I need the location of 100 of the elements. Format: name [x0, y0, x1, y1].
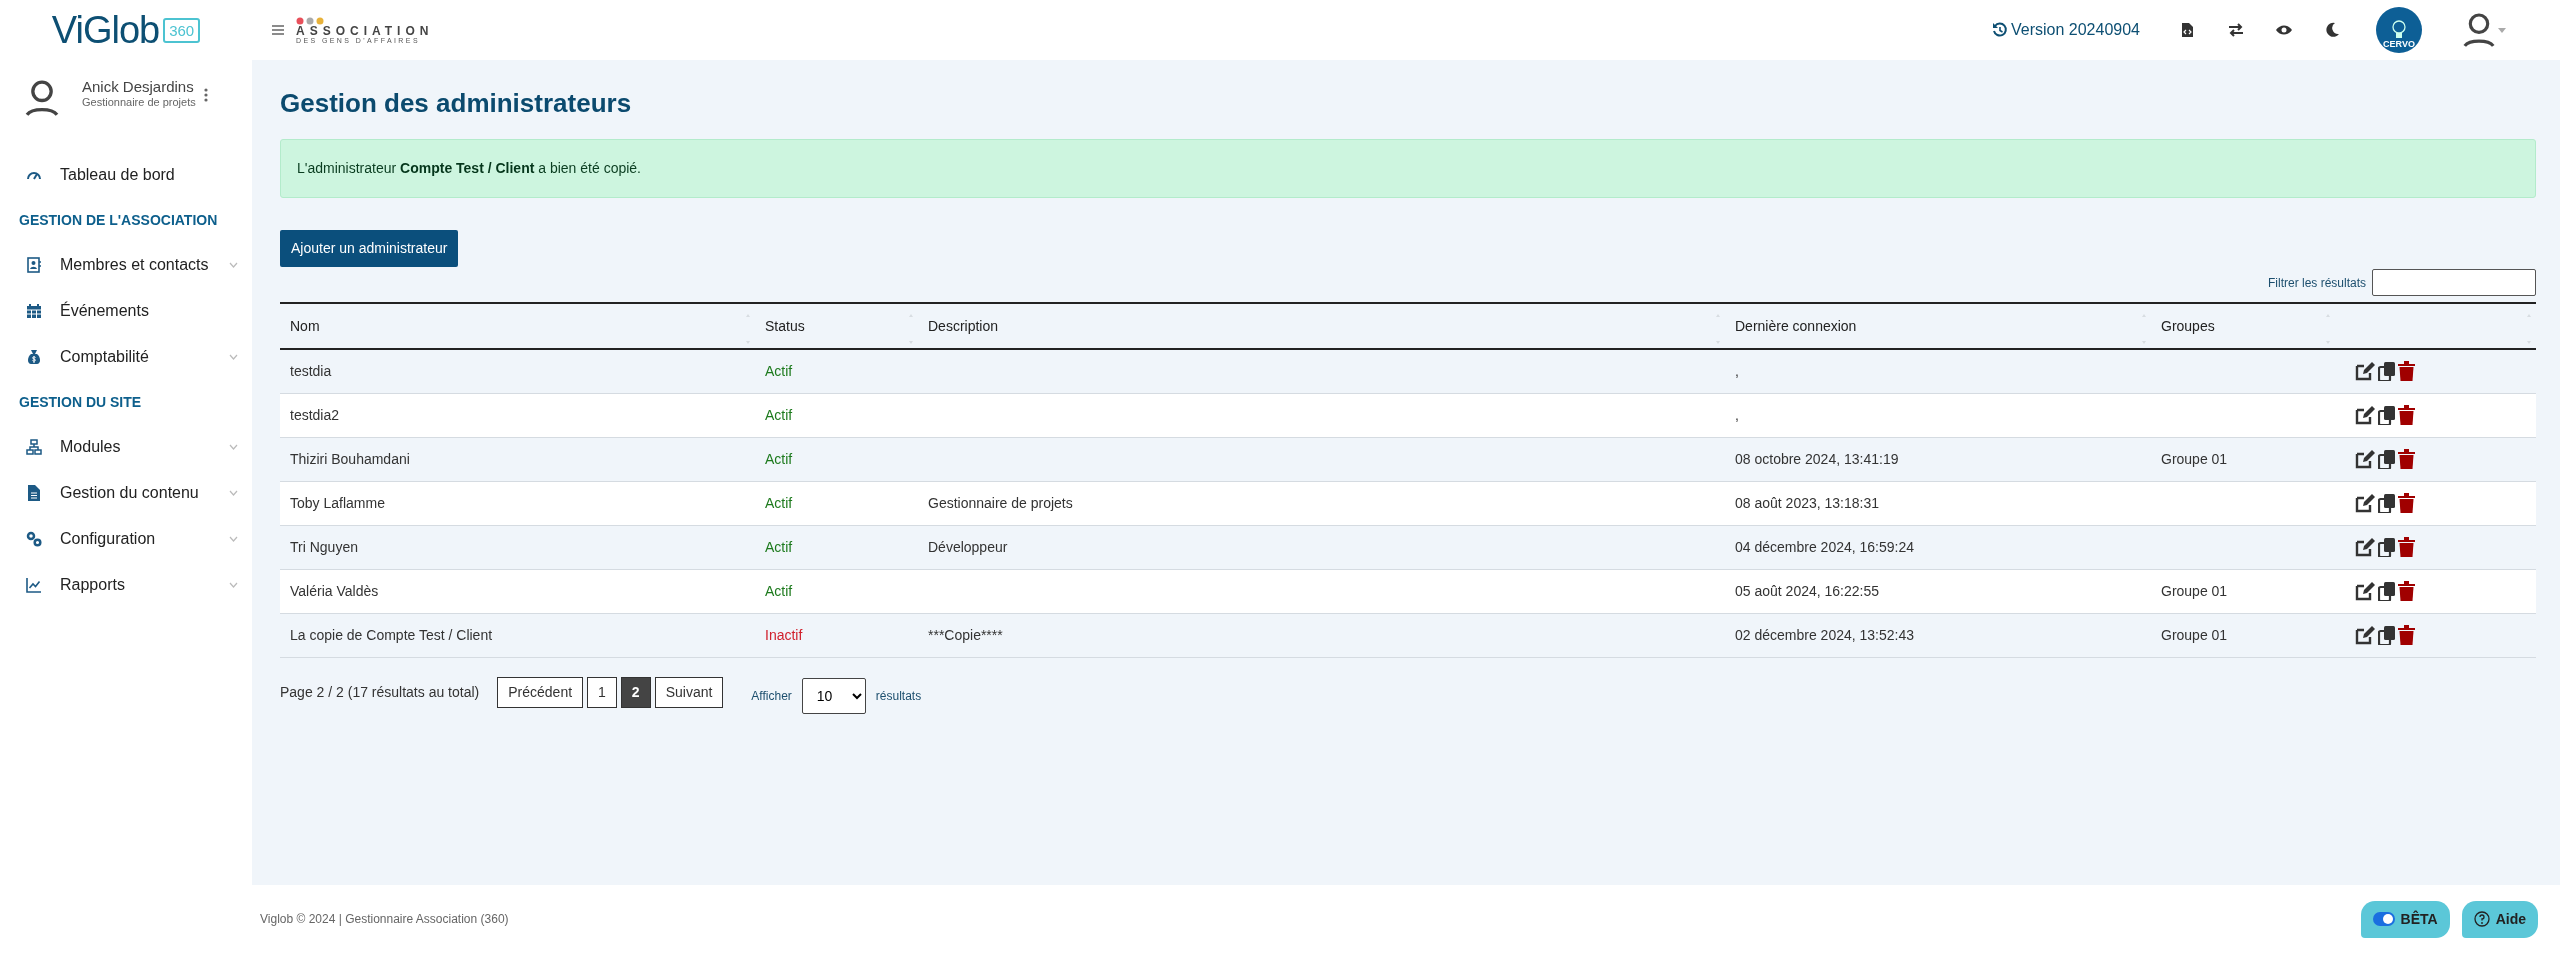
lightbulb-icon [2392, 20, 2406, 40]
footer-text: Viglob © 2024 | Gestionnaire Association (360) [260, 911, 509, 928]
moon-icon[interactable] [2324, 22, 2340, 38]
sitemap-icon [26, 439, 42, 455]
beta-toggle[interactable]: BÊTA [2360, 900, 2450, 938]
table-cell: Groupe 01 [2161, 450, 2228, 467]
trash-icon[interactable] [2398, 361, 2415, 382]
section-heading: GESTION DU SITE [18, 392, 143, 412]
copy-icon[interactable] [2378, 361, 2395, 381]
status-text: Actif [765, 538, 793, 555]
sidebar-item[interactable]: Rapports [0, 562, 252, 608]
trash-icon[interactable] [2398, 405, 2415, 426]
page-button[interactable]: 1 [587, 677, 617, 709]
table-cell: 02 décembre 2024, 13:52:43 [1735, 626, 1915, 643]
column-header[interactable]: Nom [290, 317, 320, 334]
previous-button[interactable]: Précédent [497, 677, 584, 709]
status-text: Actif [765, 406, 793, 423]
status-text: Actif [765, 582, 793, 599]
table-cell: La copie de Compte Test / Client [290, 626, 493, 643]
results-label: résultats [875, 687, 922, 705]
sidebar-item[interactable]: Tableau de bord [0, 152, 252, 198]
user-name: Anick Desjardins [82, 78, 195, 96]
sidebar-item[interactable]: Gestion du contenu [0, 470, 252, 516]
sidebar-item[interactable]: Comptabilité [0, 334, 252, 380]
status-text: Actif [765, 494, 793, 511]
edit-icon[interactable] [2355, 537, 2375, 558]
kebab-icon[interactable] [203, 88, 208, 102]
contact-card-icon [26, 257, 42, 273]
status-text: Actif [765, 450, 793, 467]
line-chart-icon [26, 577, 42, 593]
table-cell: , [1735, 406, 1739, 423]
document-icon [26, 485, 42, 501]
trash-icon[interactable] [2398, 581, 2415, 602]
help-button[interactable]: Aide [2461, 900, 2538, 938]
association-name: ASSOCIATION [296, 24, 434, 37]
copy-icon[interactable] [2378, 449, 2395, 469]
add-admin-button[interactable]: Ajouter un administrateur [280, 230, 459, 268]
logo-badge: 360 [163, 17, 201, 43]
copy-icon[interactable] [2378, 581, 2395, 601]
toggle-icon [2372, 912, 2395, 926]
trash-icon[interactable] [2398, 493, 2415, 514]
table-cell: Développeur [928, 538, 1008, 555]
table-cell: 08 octobre 2024, 13:41:19 [1735, 450, 1899, 467]
table-cell: testdia2 [290, 406, 340, 423]
column-header[interactable]: Groupes [2161, 317, 2215, 334]
copy-icon[interactable] [2378, 493, 2395, 513]
status-text: Actif [765, 362, 793, 379]
edit-icon[interactable] [2355, 625, 2375, 646]
edit-icon[interactable] [2355, 449, 2375, 470]
menu-icon[interactable] [272, 25, 284, 35]
table-cell: Groupe 01 [2161, 582, 2228, 599]
table-cell: Toby Laflamme [290, 494, 385, 511]
table-cell: Groupe 01 [2161, 626, 2228, 643]
pagination-summary: Page 2 / 2 (17 résultats au total) [280, 683, 480, 703]
logo-text: ViGlob [51, 11, 160, 49]
sidebar-item[interactable]: Configuration [0, 516, 252, 562]
table-cell: , [1735, 362, 1739, 379]
sidebar-item[interactable]: Modules [0, 424, 252, 470]
edit-icon[interactable] [2355, 361, 2375, 382]
section-heading: GESTION DE L'ASSOCIATION [18, 210, 219, 230]
table-cell: testdia [290, 362, 332, 379]
edit-icon[interactable] [2355, 581, 2375, 602]
question-icon [2473, 911, 2490, 927]
table-cell: Thiziri Bouhamdani [290, 450, 410, 467]
table-cell: 04 décembre 2024, 16:59:24 [1735, 538, 1915, 555]
column-header[interactable]: Dernière connexion [1735, 317, 1857, 334]
edit-icon[interactable] [2355, 405, 2375, 426]
trash-icon[interactable] [2398, 537, 2415, 558]
success-alert: L'administrateur Compte Test / Client a bien été copié. [280, 139, 2536, 199]
status-text: Inactif [765, 626, 803, 643]
trash-icon[interactable] [2398, 449, 2415, 470]
user-role: Gestionnaire de projets [82, 96, 196, 110]
column-header[interactable]: Status [765, 317, 805, 334]
filter-label: Filtrer les résultats [2267, 274, 2366, 292]
page-button[interactable]: 2 [620, 677, 651, 709]
sidebar-item[interactable]: Événements [0, 288, 252, 334]
table-cell: 08 août 2023, 13:18:31 [1735, 494, 1880, 511]
table-cell: 05 août 2024, 16:22:55 [1735, 582, 1880, 599]
edit-icon[interactable] [2355, 493, 2375, 514]
table-cell: Tri Nguyen [290, 538, 358, 555]
copy-icon[interactable] [2378, 537, 2395, 557]
filter-field[interactable] [2372, 269, 2536, 297]
history-icon [1992, 22, 2008, 38]
sidebar-item[interactable]: Membres et contacts [0, 242, 252, 288]
copy-icon[interactable] [2378, 625, 2395, 645]
partner-logo: CERVO [2376, 7, 2422, 53]
next-button[interactable]: Suivant [654, 677, 724, 709]
copy-icon[interactable] [2378, 405, 2395, 425]
trash-icon[interactable] [2398, 625, 2415, 646]
column-header[interactable]: Description [928, 317, 999, 334]
calendar-icon [26, 303, 42, 319]
file-code-icon[interactable] [2180, 22, 2196, 38]
page-size-select[interactable]: 10 [801, 677, 866, 714]
page-title: Gestion des administrateurs [280, 88, 633, 120]
show-label: Afficher [751, 687, 792, 705]
swap-icon[interactable] [2228, 22, 2244, 38]
gears-icon [26, 531, 42, 547]
money-bag-icon [26, 349, 42, 365]
table-cell: ***Copie**** [928, 626, 1003, 643]
version-link[interactable]: Version 20240904 [1992, 18, 2140, 42]
